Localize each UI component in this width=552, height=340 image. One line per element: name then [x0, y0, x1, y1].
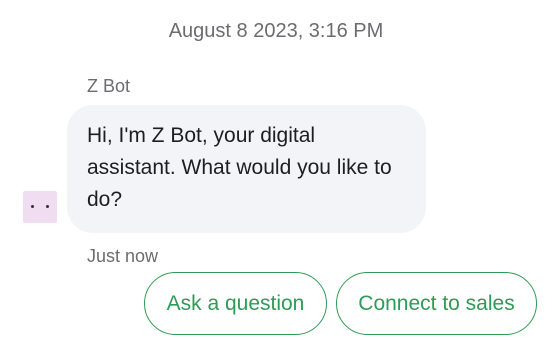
quick-replies: Ask a question Connect to sales	[144, 272, 537, 335]
bot-message-bubble: Hi, I'm Z Bot, your digital assistant. W…	[67, 105, 426, 233]
chat-window: August 8 2023, 3:16 PM Z Bot Hi, I'm Z B…	[0, 0, 552, 340]
conversation-timestamp: August 8 2023, 3:16 PM	[168, 20, 384, 42]
ask-question-button[interactable]: Ask a question	[144, 272, 327, 335]
sender-name: Z Bot	[87, 76, 131, 96]
avatar-eye-left	[31, 205, 34, 208]
message-time: Just now	[87, 246, 159, 266]
bot-avatar-icon	[23, 191, 57, 223]
bot-message-text: Hi, I'm Z Bot, your digital assistant. W…	[87, 124, 392, 211]
connect-to-sales-button[interactable]: Connect to sales	[336, 272, 537, 335]
avatar-eye-right	[46, 205, 49, 208]
